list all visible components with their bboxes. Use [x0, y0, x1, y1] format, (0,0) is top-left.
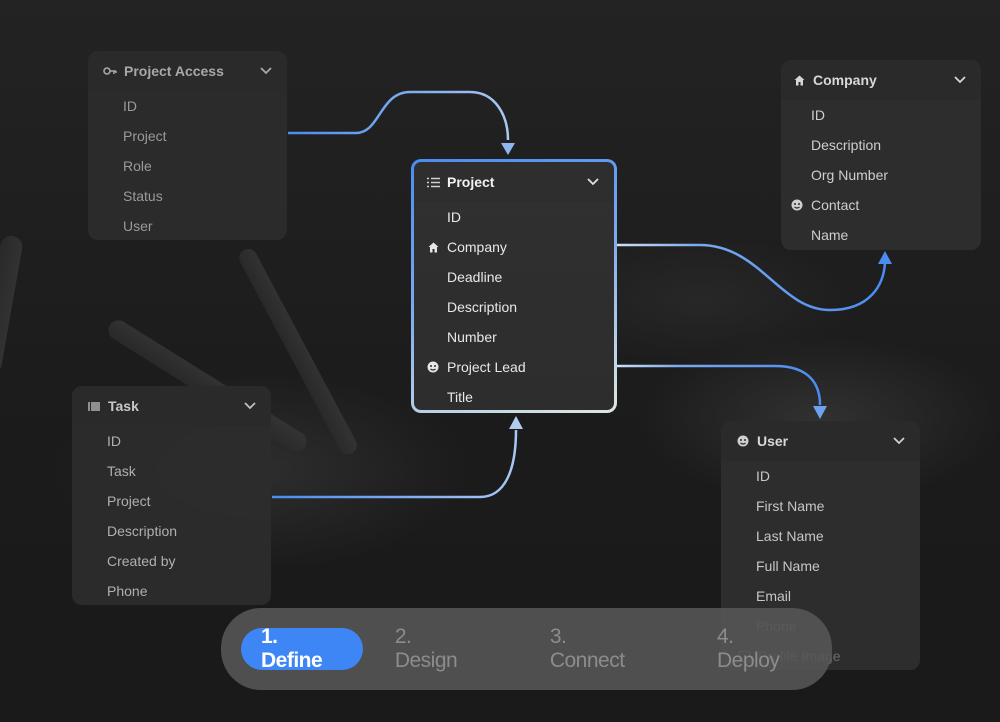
- card-header[interactable]: Company: [781, 60, 981, 100]
- entity-card-project[interactable]: Project ID Company Deadline Description …: [411, 159, 617, 413]
- home-icon: [791, 75, 807, 86]
- field-label: ID: [756, 468, 770, 484]
- connector-project-access-to-project: [288, 90, 510, 141]
- arrow-head: [509, 416, 523, 429]
- field-label: Created by: [107, 553, 176, 569]
- field-label: Number: [447, 329, 497, 345]
- field-label: Phone: [107, 583, 148, 599]
- field-label: User: [123, 218, 153, 234]
- key-icon: [102, 66, 118, 76]
- field-label: Description: [811, 137, 882, 153]
- field-row[interactable]: Project: [93, 486, 271, 516]
- chevron-down-icon[interactable]: [243, 399, 257, 413]
- field-row[interactable]: Number: [414, 322, 614, 352]
- card-header[interactable]: Project: [414, 162, 614, 202]
- card-title: User: [757, 433, 789, 449]
- field-row[interactable]: Last Name: [742, 521, 920, 551]
- field-label: Last Name: [756, 528, 824, 544]
- field-label: First Name: [756, 498, 825, 514]
- field-row[interactable]: Deadline: [414, 262, 614, 292]
- card-title: Project: [447, 174, 495, 190]
- field-row[interactable]: User: [109, 211, 287, 241]
- entity-card-task[interactable]: Task ID Task Project Description Created…: [72, 386, 271, 605]
- field-row[interactable]: Role: [109, 151, 287, 181]
- field-label: Project: [107, 493, 151, 509]
- field-row[interactable]: Contact: [781, 190, 981, 220]
- field-row[interactable]: ID: [414, 202, 614, 232]
- field-row[interactable]: ID: [742, 461, 920, 491]
- field-row[interactable]: Company: [414, 232, 614, 262]
- field-row[interactable]: Description: [414, 292, 614, 322]
- field-row[interactable]: Status: [109, 181, 287, 211]
- user-face-icon: [789, 199, 805, 211]
- field-row[interactable]: Title: [414, 382, 614, 412]
- field-row[interactable]: Email: [742, 581, 920, 611]
- field-label: Full Name: [756, 558, 820, 574]
- step-define[interactable]: 1. Define: [241, 625, 363, 672]
- table-icon: [86, 401, 102, 411]
- field-row[interactable]: Project: [109, 121, 287, 151]
- field-row[interactable]: Created by: [93, 546, 271, 576]
- field-row[interactable]: ID: [781, 100, 981, 130]
- step-connect[interactable]: 3. Connect: [530, 625, 665, 672]
- field-row[interactable]: Project Lead: [414, 352, 614, 382]
- field-label: Project Lead: [447, 359, 526, 375]
- list-icon: [425, 177, 441, 188]
- field-label: Name: [811, 227, 849, 243]
- field-row[interactable]: Description: [781, 130, 981, 160]
- field-label: Deadline: [447, 269, 503, 285]
- connector-project-to-company: [617, 243, 887, 312]
- field-label: Contact: [811, 197, 860, 213]
- user-face-icon: [735, 435, 751, 447]
- connector-task-to-project: [272, 429, 518, 499]
- field-row[interactable]: Task: [93, 456, 271, 486]
- field-label: Org Number: [811, 167, 889, 183]
- field-row[interactable]: Phone: [93, 576, 271, 606]
- field-row[interactable]: Full Name: [742, 551, 920, 581]
- card-title: Task: [108, 398, 139, 414]
- field-row[interactable]: Description: [93, 516, 271, 546]
- entity-card-project-access[interactable]: Project Access ID Project Role Status Us…: [88, 51, 287, 240]
- workflow-stepper: 1. Define 2. Design 3. Connect 4. Deploy: [221, 608, 832, 690]
- chevron-down-icon[interactable]: [892, 434, 906, 448]
- step-design[interactable]: 2. Design: [375, 625, 498, 672]
- field-row[interactable]: ID: [93, 426, 271, 456]
- field-label: Project: [123, 128, 167, 144]
- field-label: Title: [447, 389, 473, 405]
- home-icon: [425, 242, 441, 253]
- field-row[interactable]: First Name: [742, 491, 920, 521]
- card-title: Project Access: [124, 63, 224, 79]
- connector-project-to-user: [617, 364, 822, 406]
- field-label: ID: [447, 209, 461, 225]
- field-label: Description: [107, 523, 178, 539]
- chevron-down-icon[interactable]: [586, 175, 600, 189]
- card-header[interactable]: Task: [72, 386, 271, 426]
- field-label: Status: [123, 188, 163, 204]
- user-face-icon: [425, 361, 441, 373]
- field-label: Task: [107, 463, 136, 479]
- arrow-head: [813, 406, 827, 419]
- field-label: Description: [447, 299, 518, 315]
- card-header[interactable]: Project Access: [88, 51, 287, 91]
- arrow-head: [501, 143, 515, 155]
- chevron-down-icon[interactable]: [259, 64, 273, 78]
- field-row[interactable]: Org Number: [781, 160, 981, 190]
- field-label: Email: [756, 588, 792, 604]
- chevron-down-icon[interactable]: [953, 73, 967, 87]
- field-label: ID: [107, 433, 121, 449]
- field-label: Role: [123, 158, 152, 174]
- field-label: Company: [447, 239, 507, 255]
- entity-card-company[interactable]: Company ID Description Org Number Contac…: [781, 60, 981, 250]
- step-deploy[interactable]: 4. Deploy: [697, 625, 820, 672]
- card-header[interactable]: User: [721, 421, 920, 461]
- card-title: Company: [813, 72, 877, 88]
- field-row[interactable]: Name: [781, 220, 981, 250]
- field-row[interactable]: ID: [109, 91, 287, 121]
- field-label: ID: [123, 98, 137, 114]
- field-label: ID: [811, 107, 825, 123]
